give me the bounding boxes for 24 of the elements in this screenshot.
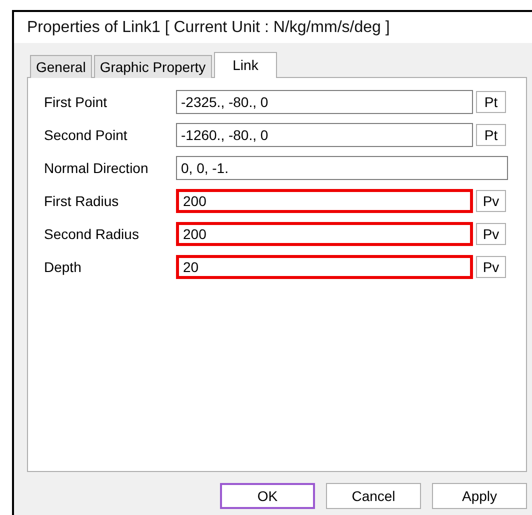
input-field[interactable]: 200 (176, 222, 473, 246)
pick-button[interactable]: Pv (476, 190, 506, 212)
input-field[interactable]: -1260., -80., 0 (176, 123, 473, 147)
input-field[interactable]: 0, 0, -1. (176, 156, 508, 180)
tab[interactable]: Graphic Property (94, 55, 212, 78)
input-field[interactable]: 20 (176, 255, 473, 279)
dialog-button[interactable]: Cancel (326, 483, 421, 509)
window-title: Properties of Link1 [ Current Unit : N/kg/mm/s/deg ] (27, 18, 390, 38)
field-label: Normal Direction (43, 158, 150, 178)
input-field[interactable]: 200 (176, 189, 473, 213)
field-label: First Point (43, 92, 108, 112)
pick-button[interactable]: Pt (476, 124, 506, 146)
input-field[interactable]: -2325., -80., 0 (176, 90, 473, 114)
dialog-button[interactable]: OK (220, 483, 315, 509)
field-label: Second Point (43, 126, 128, 144)
pick-button[interactable]: Pv (476, 256, 506, 278)
pick-button[interactable]: Pv (476, 223, 506, 245)
field-label: First Radius (43, 192, 120, 210)
dialog-button[interactable]: Apply (432, 483, 527, 509)
pick-button[interactable]: Pt (476, 91, 506, 113)
tab[interactable]: Link (214, 52, 278, 78)
tab[interactable]: General (30, 55, 92, 78)
field-label: Depth (43, 258, 82, 277)
field-label: Second Radius (43, 224, 140, 244)
